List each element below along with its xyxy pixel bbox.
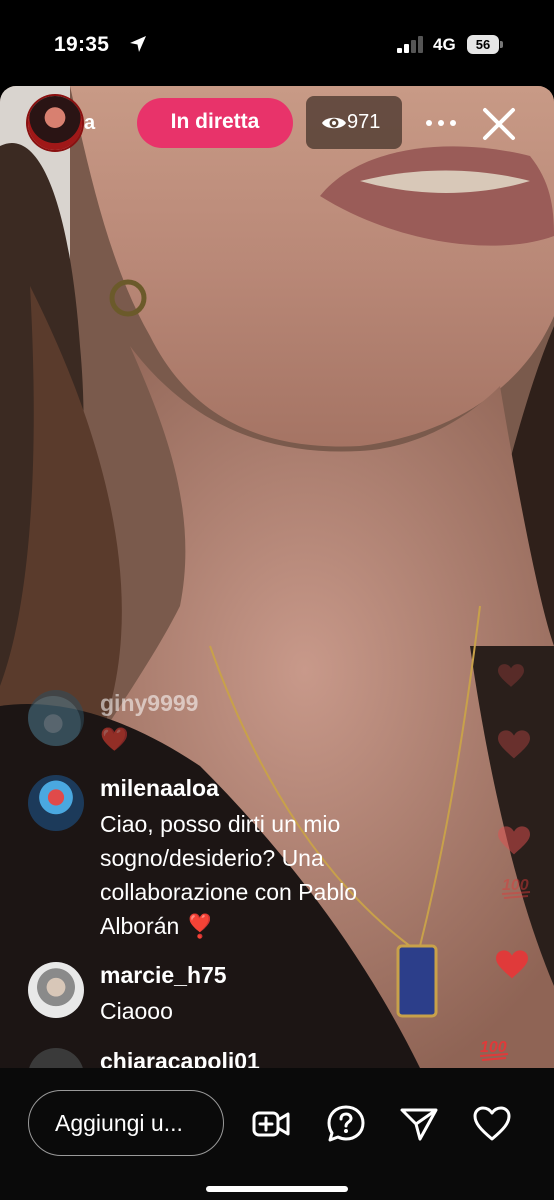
commenter-name[interactable]: milenaaloa (100, 775, 219, 802)
network-label: 4G (433, 35, 456, 54)
host-name[interactable]: a (84, 112, 95, 135)
commenter-name[interactable]: giny9999 (100, 690, 198, 717)
more-icon[interactable] (423, 108, 459, 138)
home-indicator[interactable] (206, 1186, 348, 1192)
comment-text: Ciaooo (100, 998, 173, 1024)
eye-icon (322, 117, 346, 129)
battery-level: 56 (467, 35, 499, 54)
close-icon[interactable] (480, 105, 518, 143)
heart-reaction-icon (498, 730, 530, 759)
comment-text: ❤️ (100, 726, 129, 752)
heart-reaction-icon (498, 826, 530, 855)
send-icon[interactable] (399, 1104, 439, 1144)
hundred-reaction-icon: 100 (479, 1039, 509, 1061)
live-badge: In diretta (137, 98, 293, 148)
question-icon[interactable] (326, 1104, 366, 1144)
status-bar: 19:35 4G 56 (0, 0, 554, 86)
comment-item: chiaracapoli01 (28, 1048, 448, 1068)
comment-input[interactable]: Aggiungi u... (28, 1090, 224, 1156)
add-video-icon[interactable] (251, 1104, 291, 1144)
commenter-name[interactable]: chiaracapoli01 (100, 1048, 260, 1068)
commenter-avatar[interactable] (28, 690, 84, 746)
battery-icon: 56 (467, 35, 503, 54)
commenter-name[interactable]: marcie_h75 (100, 962, 227, 989)
viewer-count[interactable]: 971 (306, 96, 402, 149)
heart-icon[interactable] (472, 1104, 512, 1144)
commenter-avatar[interactable] (28, 962, 84, 1018)
commenter-avatar[interactable] (28, 1048, 84, 1068)
heart-reaction-icon (498, 664, 524, 687)
status-time: 19:35 (54, 33, 110, 56)
commenter-avatar[interactable] (28, 775, 84, 831)
heart-reaction-icon (496, 950, 528, 979)
comment-text: Ciao, posso dirti un mio sogno/desiderio… (100, 811, 358, 939)
signal-icon (397, 36, 423, 53)
host-avatar[interactable] (28, 96, 82, 150)
hundred-reaction-icon: 100 (501, 877, 531, 899)
location-arrow-icon (130, 36, 146, 52)
viewer-count-value: 971 (347, 111, 381, 133)
